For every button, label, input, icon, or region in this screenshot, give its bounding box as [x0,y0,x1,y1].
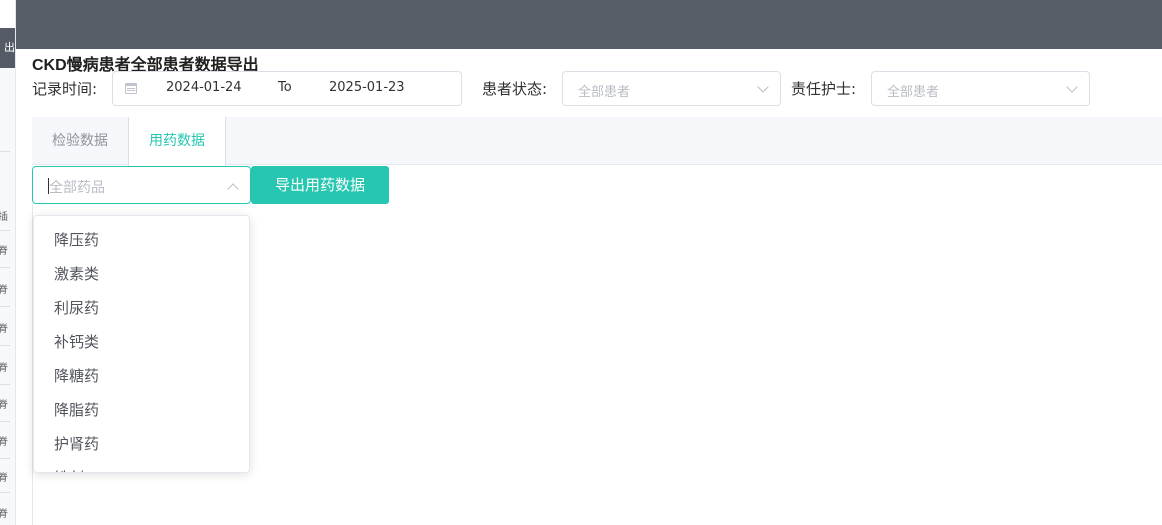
background-divider [0,306,10,307]
drug-option[interactable]: 降脂药 [54,400,99,420]
modal-overlay[interactable] [16,0,1162,49]
drug-option[interactable]: 降糖药 [54,366,99,386]
start-date-input[interactable]: 2024-01-24 [166,80,242,95]
background-divider [0,230,10,231]
record-time-label: 记录时间: [32,80,98,98]
drug-select[interactable]: 全部药品 [32,166,251,204]
background-divider [0,151,10,152]
background-row-glyph: 脊 [0,396,8,411]
background-row-glyph: 脊 [0,359,8,374]
data-tabs: 检验数据 用药数据 [32,117,1162,166]
drug-option[interactable]: 铁剂 [54,468,84,472]
drug-dropdown: 降压药 激素类 利尿药 补钙类 降糖药 降脂药 护肾药 铁剂 [33,215,250,473]
background-menu-item: 出 [0,28,15,68]
drug-option[interactable]: 护肾药 [54,434,99,454]
nurse-placeholder: 全部患者 [887,85,940,100]
date-range-separator: To [278,80,292,95]
background-divider [0,384,10,385]
background-menu-glyph: 出 [4,41,15,54]
chevron-down-icon [1066,81,1078,93]
background-row-glyph: 脊 [0,505,8,520]
nurse-label: 责任护士: [791,80,857,98]
text-cursor [48,178,49,194]
chevron-up-icon [227,183,239,195]
background-divider [0,267,10,268]
patient-status-select[interactable]: 全部患者 [562,71,781,106]
background-sidebar: 出 插 脊 脊 脊 脊 脊 脊 脊 脊 [0,0,16,525]
background-divider [0,345,10,346]
export-medication-button[interactable]: 导出用药数据 [251,166,389,204]
tab-lab-data[interactable]: 检验数据 [32,117,128,165]
background-row-glyph: 插 [0,208,8,223]
tab-medication-data[interactable]: 用药数据 [128,117,226,166]
drug-select-placeholder: 全部药品 [49,180,105,196]
drug-option[interactable]: 补钙类 [54,332,99,352]
end-date-input[interactable]: 2025-01-23 [329,80,405,95]
calendar-icon [125,83,137,94]
drug-option[interactable]: 激素类 [54,264,99,284]
background-top [0,0,15,28]
drug-option[interactable]: 降压药 [54,230,99,250]
background-row-glyph: 脊 [0,281,8,296]
patient-status-label: 患者状态: [482,80,548,98]
background-divider [0,421,10,422]
chevron-down-icon [757,81,769,93]
patient-status-placeholder: 全部患者 [578,85,631,100]
background-row-glyph: 脊 [0,433,8,448]
date-range-picker[interactable]: 2024-01-24 To 2025-01-23 [112,71,462,106]
background-row-glyph: 脊 [0,242,8,257]
export-dialog: CKD慢病患者全部患者数据导出 记录时间: 2024-01-24 To 2025… [16,49,1162,525]
background-row-glyph: 脊 [0,469,8,484]
nurse-select[interactable]: 全部患者 [871,71,1090,106]
background-row-glyph: 脊 [0,320,8,335]
background-divider [0,458,10,459]
drug-option[interactable]: 利尿药 [54,298,99,318]
background-divider [0,492,10,493]
